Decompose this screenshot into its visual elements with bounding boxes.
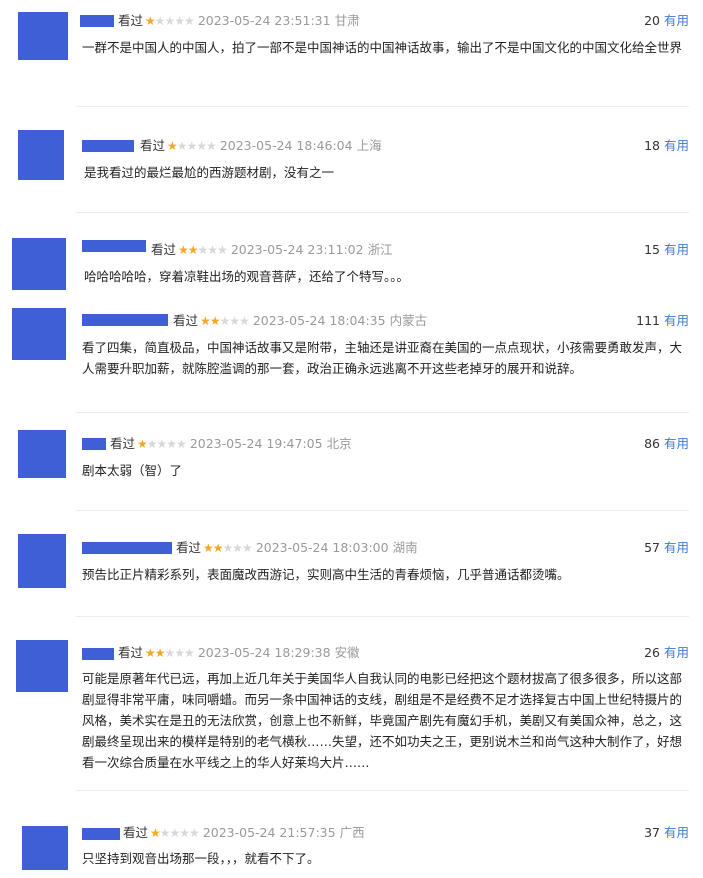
review-location: 广西 — [339, 825, 365, 840]
useful-votes: 111 有用 — [636, 313, 689, 329]
useful-button[interactable]: 有用 — [664, 645, 689, 660]
vote-count: 15 — [644, 242, 660, 257]
review-comment: 一群不是中国人的中国人，拍了一部不是中国神话的中国神话故事，输出了不是中国文化的… — [82, 40, 683, 55]
watched-label: 看过 — [118, 645, 144, 660]
watched-label: 看过 — [151, 242, 177, 257]
avatar[interactable] — [16, 640, 68, 692]
divider — [76, 510, 689, 511]
rating-stars: ★★★★★ — [178, 243, 228, 257]
avatar[interactable] — [18, 534, 66, 588]
useful-button[interactable]: 有用 — [664, 13, 689, 28]
watched-label: 看过 — [140, 138, 166, 153]
review-meta: 看过 ★★★★★ 2023-05-24 19:47:05 北京 — [110, 436, 352, 452]
avatar[interactable] — [12, 308, 66, 360]
review-comment: 只坚持到观音出场那一段，，，就看不下了。 — [82, 851, 320, 866]
vote-count: 20 — [644, 13, 660, 28]
review-date: 2023-05-24 19:47:05 — [189, 436, 323, 451]
review-date: 2023-05-24 23:11:02 — [230, 242, 364, 257]
review-date: 2023-05-24 23:51:31 — [197, 13, 331, 28]
review-location: 内蒙古 — [389, 313, 428, 328]
review-location: 甘肃 — [334, 13, 360, 28]
useful-votes: 37 有用 — [644, 825, 689, 841]
review-comment: 可能是原著年代已远，再加上近几年关于美国华人自我认同的电影已经把这个题材拔高了很… — [82, 671, 683, 770]
review-comment: 看了四集，简直极品，中国神话故事又是附带，主轴还是讲亚裔在美国的一点点现状，小孩… — [82, 340, 683, 376]
username-redacted[interactable] — [82, 648, 114, 660]
review-meta: 看过 ★★★★★ 2023-05-24 18:29:38 安徽 — [118, 645, 360, 661]
username-redacted[interactable] — [82, 314, 168, 326]
useful-votes: 15 有用 — [644, 242, 689, 258]
avatar[interactable] — [18, 430, 66, 478]
divider — [76, 212, 689, 213]
review-location: 湖南 — [392, 540, 418, 555]
rating-stars: ★★★★★ — [145, 14, 195, 28]
review-comment: 是我看过的最烂最尬的西游题材剧，没有之一 — [84, 165, 335, 180]
watched-label: 看过 — [173, 313, 199, 328]
watched-label: 看过 — [118, 13, 144, 28]
vote-count: 57 — [644, 540, 660, 555]
useful-votes: 18 有用 — [644, 138, 689, 154]
review-location: 安徽 — [334, 645, 360, 660]
review-meta: 看过 ★★★★★ 2023-05-24 18:46:04 上海 — [140, 138, 382, 154]
useful-votes: 86 有用 — [644, 436, 689, 452]
username-redacted[interactable] — [82, 240, 146, 252]
review-date: 2023-05-24 21:57:35 — [202, 825, 336, 840]
divider — [76, 106, 689, 107]
review-comment: 预告比正片精彩系列，表面魔改西游记，实则高中生活的青春烦恼，几乎普通话都烫嘴。 — [82, 567, 570, 582]
useful-votes: 57 有用 — [644, 540, 689, 556]
vote-count: 26 — [644, 645, 660, 660]
avatar[interactable] — [18, 130, 64, 180]
rating-stars: ★★★★★ — [200, 314, 250, 328]
useful-votes: 26 有用 — [644, 645, 689, 661]
review-date: 2023-05-24 18:03:00 — [255, 540, 389, 555]
review-meta: 看过 ★★★★★ 2023-05-24 18:03:00 湖南 — [176, 540, 418, 556]
review-meta: 看过 ★★★★★ 2023-05-24 23:51:31 甘肃 — [118, 13, 360, 29]
review-meta: 看过 ★★★★★ 2023-05-24 23:11:02 浙江 — [151, 242, 393, 258]
watched-label: 看过 — [123, 825, 149, 840]
username-redacted[interactable] — [82, 828, 120, 840]
review-meta: 看过 ★★★★★ 2023-05-24 18:04:35 内蒙古 — [173, 313, 427, 329]
useful-votes: 20 有用 — [644, 13, 689, 29]
divider — [76, 412, 689, 413]
watched-label: 看过 — [176, 540, 202, 555]
username-redacted[interactable] — [82, 438, 106, 450]
vote-count: 37 — [644, 825, 660, 840]
vote-count: 86 — [644, 436, 660, 451]
username-redacted[interactable] — [82, 140, 134, 152]
rating-stars: ★★★★★ — [150, 826, 200, 840]
useful-button[interactable]: 有用 — [664, 313, 689, 328]
useful-button[interactable]: 有用 — [664, 825, 689, 840]
username-redacted[interactable] — [82, 542, 172, 554]
divider — [76, 616, 689, 617]
rating-stars: ★★★★★ — [203, 541, 253, 555]
useful-button[interactable]: 有用 — [664, 138, 689, 153]
avatar[interactable] — [22, 826, 68, 870]
avatar[interactable] — [18, 12, 68, 60]
review-date: 2023-05-24 18:04:35 — [252, 313, 386, 328]
review-date: 2023-05-24 18:29:38 — [197, 645, 331, 660]
review-meta: 看过 ★★★★★ 2023-05-24 21:57:35 广西 — [123, 825, 365, 841]
review-location: 北京 — [326, 436, 352, 451]
divider — [76, 790, 689, 791]
rating-stars: ★★★★★ — [167, 139, 217, 153]
rating-stars: ★★★★★ — [137, 437, 187, 451]
review-date: 2023-05-24 18:46:04 — [219, 138, 353, 153]
watched-label: 看过 — [110, 436, 136, 451]
review-location: 浙江 — [367, 242, 393, 257]
useful-button[interactable]: 有用 — [664, 540, 689, 555]
useful-button[interactable]: 有用 — [664, 242, 689, 257]
username-redacted[interactable] — [80, 15, 114, 27]
rating-stars: ★★★★★ — [145, 646, 195, 660]
review-comment: 剧本太弱（智）了 — [82, 463, 183, 478]
avatar[interactable] — [12, 238, 66, 290]
review-location: 上海 — [356, 138, 382, 153]
vote-count: 18 — [644, 138, 660, 153]
review-comment: 哈哈哈哈哈，穿着凉鞋出场的观音菩萨，还给了个特写。。。 — [84, 269, 410, 284]
useful-button[interactable]: 有用 — [664, 436, 689, 451]
vote-count: 111 — [636, 313, 660, 328]
